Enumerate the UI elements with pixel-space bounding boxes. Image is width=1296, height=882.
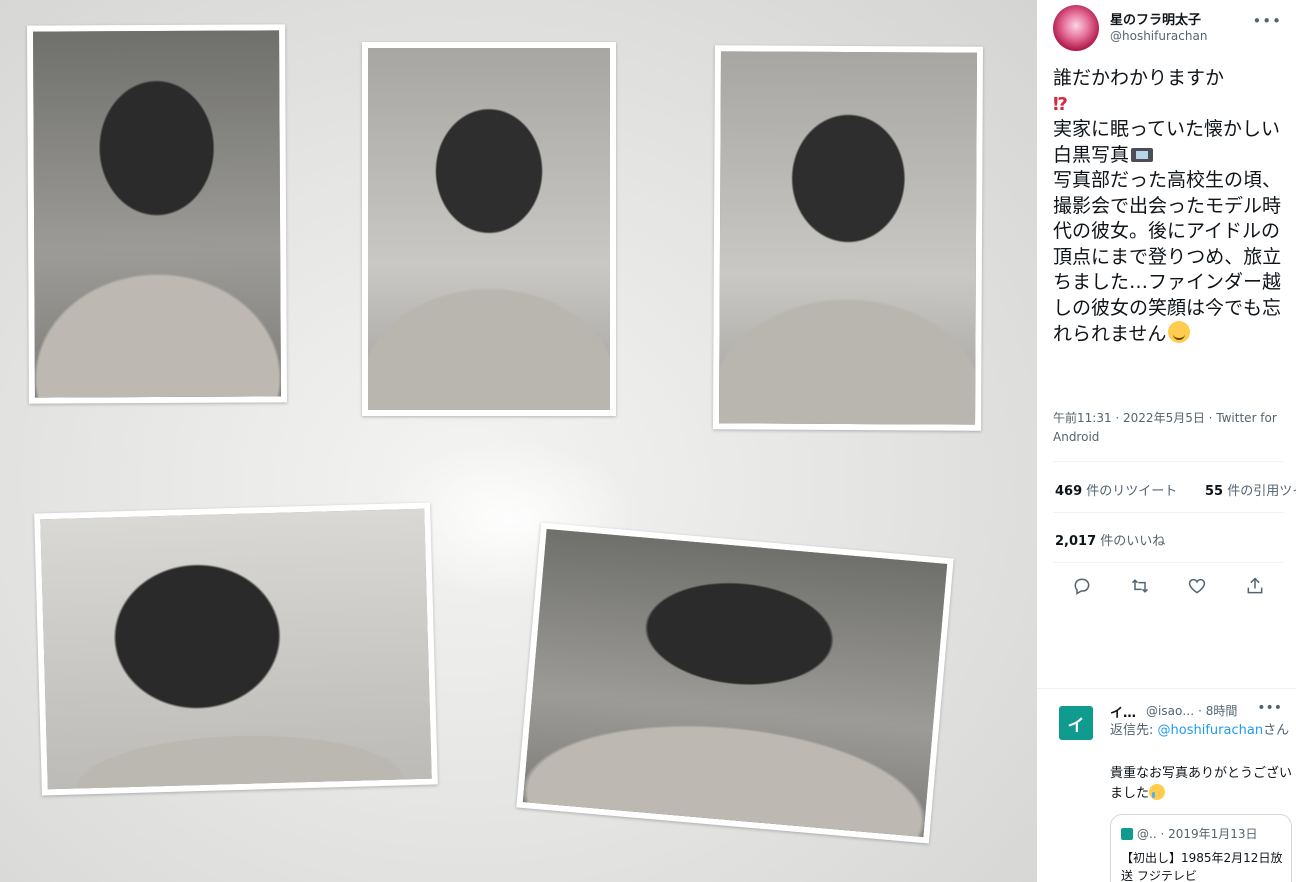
like-stats[interactable]: 2,017 件のいいね [1055,530,1165,549]
reply-to-handle[interactable]: @hoshifurachan [1158,723,1264,738]
tweet-text: 誰だかわかりますか ⁉ 実家に眠っていた懐かしい白黒写真 写真部だった高校生の頃… [1053,66,1289,348]
user-handle[interactable]: @hoshifurachan [1110,29,1207,43]
photo-print-2 [362,42,616,416]
share-icon[interactable] [1241,572,1269,600]
photo-print-4 [34,502,438,796]
reply-tweet[interactable]: イ イ… @isao… · 8時間 ••• 返信先: @hoshifuracha… [1053,700,1296,882]
reply-to-suffix: さん [1263,723,1290,738]
quote-count: 55 [1205,484,1224,499]
action-bar [1053,568,1284,604]
tweet-photo[interactable] [0,0,1037,882]
like-icon[interactable] [1183,572,1211,600]
retweet-stats[interactable]: 469 件のリツイート [1055,480,1177,499]
reply-text: 貴重なお写真ありがとうございました [1110,764,1296,804]
retweet-count: 469 [1055,484,1083,499]
retweet-label: 件のリツイート [1082,484,1178,499]
reply-more-icon[interactable]: ••• [1257,700,1282,716]
tweet-timestamp[interactable]: 午前11:31 · 2022年5月5日 · Twitter for Androi… [1053,409,1289,447]
reply-to-prefix: 返信先: [1110,723,1158,738]
avatar[interactable] [1053,5,1099,51]
divider [1053,562,1284,563]
quote-label: 件の引用ツイート [1227,484,1296,499]
retweet-icon[interactable] [1126,572,1154,600]
like-count: 2,017 [1055,534,1097,549]
interrobang-icon: ⁉ [1053,93,1068,115]
reply-text-body: 貴重なお写真ありがとうございました [1110,766,1293,801]
photo-print-3-image [719,51,977,425]
reply-handle-time[interactable]: @isao… · 8時間 [1146,702,1237,719]
more-icon[interactable]: ••• [1252,12,1282,30]
photo-print-5 [516,522,954,844]
quoted-tweet[interactable]: @.. · 2019年1月13日 【初出し】1985年2月12日放送 フジテレビ [1110,814,1292,882]
photo-print-1-image [33,30,281,398]
display-name[interactable]: 星のフラ明太子 [1110,9,1201,28]
photo-print-4-image [40,508,432,790]
smiling-face-icon [1168,321,1191,343]
reply-display-name[interactable]: イ… [1110,702,1136,721]
quoted-tweet-header: @.. · 2019年1月13日 [1121,825,1258,842]
tweet-header: 星のフラ明太子 @hoshifurachan ••• [1053,5,1296,53]
quoted-tweet-text: 【初出し】1985年2月12日放送 フジテレビ [1121,851,1283,882]
photo-print-5-image [522,529,948,837]
quoted-avatar [1121,828,1133,840]
reply-icon[interactable] [1068,572,1096,600]
divider [1053,461,1284,462]
section-gap [1037,612,1296,689]
reply-to-line: 返信先: @hoshifurachanさん [1110,721,1296,741]
like-label: 件のいいね [1096,534,1166,549]
tweet-text-line-3: 写真部だった高校生の頃、撮影会で出会ったモデル時代の彼女。後にアイドルの頂点にま… [1053,169,1282,345]
quoted-tweet-meta: @.. · 2019年1月13日 [1137,827,1258,841]
film-frames-icon [1131,147,1154,162]
photo-print-3 [712,45,984,431]
tweet-text-line-1: 誰だかわかりますか [1053,67,1225,89]
photo-print-1 [27,24,287,404]
tweet-panel: 星のフラ明太子 @hoshifurachan ••• 誰だかわかりますか ⁉ 実… [1037,0,1296,882]
crying-face-icon [1149,784,1166,800]
reply-avatar[interactable]: イ [1059,706,1093,740]
tweet-text-line-2: 実家に眠っていた懐かしい白黒写真 [1053,118,1281,166]
quote-stats[interactable]: 55 件の引用ツイート [1205,480,1296,499]
divider [1053,512,1284,513]
photo-print-2-image [368,48,610,410]
